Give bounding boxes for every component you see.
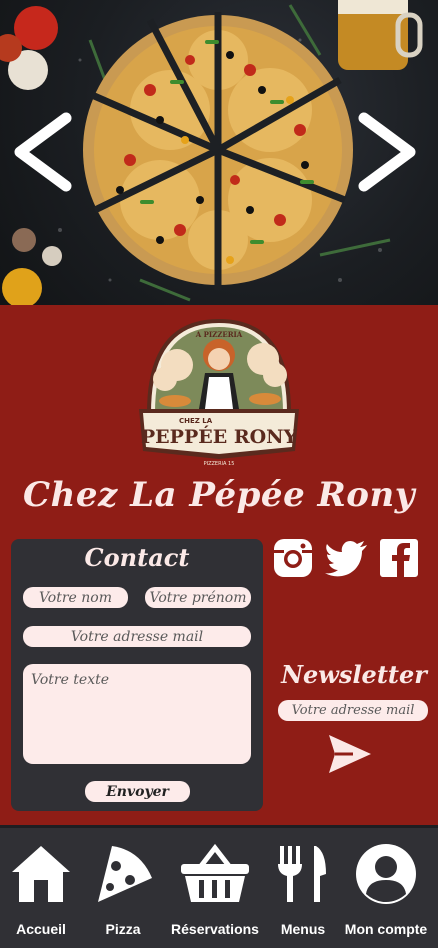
chevron-left-icon — [14, 112, 72, 192]
nav-label-reservations: Réservations — [171, 921, 259, 937]
logo-main-text: PEPPÉE RONY — [141, 425, 298, 448]
instagram-link[interactable] — [272, 537, 314, 579]
facebook-icon — [380, 539, 418, 577]
nav-label-menus: Menus — [280, 921, 326, 937]
contact-title: Contact — [84, 543, 190, 572]
email-input[interactable]: Votre adresse mail — [23, 626, 251, 647]
bottom-nav: Accueil Pizza Réservations Menus Mon com… — [0, 825, 438, 948]
user-icon — [356, 844, 416, 904]
logo-small-text: CHEZ LA — [179, 417, 213, 425]
nav-label-account: Mon compte — [344, 921, 428, 937]
nav-label-pizza: Pizza — [105, 921, 141, 937]
nav-item-menus[interactable]: Menus — [272, 842, 334, 942]
carousel-next-button[interactable] — [352, 112, 422, 192]
newsletter-email-input[interactable]: Votre adresse mail — [278, 700, 428, 721]
name-input[interactable]: Votre nom — [23, 587, 128, 608]
chevron-right-icon — [358, 112, 416, 192]
pizza-icon — [98, 846, 152, 902]
firstname-input[interactable]: Votre prénom — [145, 587, 251, 608]
nav-label-accueil: Accueil — [16, 921, 66, 937]
instagram-icon — [274, 539, 312, 577]
content-section: A PIZZERIA CHEZ LA PEPPÉE RONY PIZZERIA … — [0, 305, 438, 825]
nav-item-reservations[interactable]: Réservations — [171, 842, 259, 942]
message-textarea[interactable]: Votre texte — [23, 664, 251, 764]
utensils-icon — [278, 846, 326, 902]
hero-carousel — [0, 0, 438, 305]
carousel-prev-button[interactable] — [8, 112, 78, 192]
logo-bottom-text: PIZZERIA 15 — [204, 461, 235, 467]
pizzeria-logo: A PIZZERIA CHEZ LA PEPPÉE RONY PIZZERIA … — [139, 318, 299, 467]
nav-item-pizza[interactable]: Pizza — [90, 842, 156, 942]
twitter-link[interactable] — [325, 537, 367, 579]
nav-item-accueil[interactable]: Accueil — [8, 842, 74, 942]
basket-icon — [181, 843, 249, 902]
send-icon — [329, 735, 371, 773]
home-icon — [12, 846, 70, 902]
twitter-icon — [325, 540, 367, 577]
facebook-link[interactable] — [378, 537, 420, 579]
nav-item-account[interactable]: Mon compte — [345, 842, 427, 942]
submit-button[interactable]: Envoyer — [85, 781, 190, 802]
newsletter-title: Newsletter — [281, 660, 427, 689]
brand-title: Chez La Pépée Rony — [23, 475, 415, 515]
newsletter-send-button[interactable] — [327, 733, 373, 775]
contact-form: Contact Votre nom Votre prénom Votre adr… — [11, 539, 263, 811]
logo-arc-text: A PIZZERIA — [195, 330, 243, 339]
